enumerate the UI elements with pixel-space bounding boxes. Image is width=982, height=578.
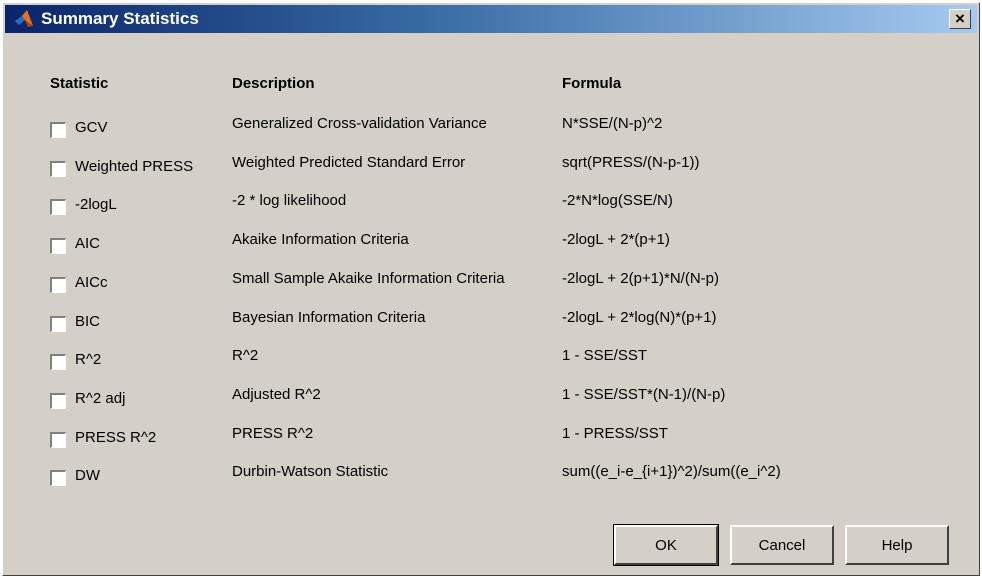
- statistic-formula: sum((e_i-e_{i+1})^2)/sum((e_i^2): [562, 463, 781, 481]
- statistic-description: Durbin-Watson Statistic: [232, 463, 389, 481]
- header-formula: Formula: [562, 75, 622, 92]
- help-button[interactable]: Help: [845, 525, 949, 565]
- header-description: Description: [232, 75, 315, 92]
- statistic-formula: sqrt(PRESS/(N-p-1)): [562, 153, 700, 171]
- statistic-label[interactable]: BIC: [75, 313, 100, 330]
- statistic-formula: N*SSE/(N-p)^2: [562, 115, 663, 132]
- statistic-checkbox[interactable]: [50, 160, 66, 177]
- close-icon: ×: [955, 9, 965, 28]
- statistic-description: Adjusted R^2: [232, 385, 321, 403]
- statistic-label[interactable]: DW: [75, 467, 100, 484]
- statistic-description: Small Sample Akaike Information Criteria: [232, 269, 505, 287]
- statistic-formula: 1 - PRESS/SST: [562, 424, 668, 442]
- dialog-title: Summary Statistics: [41, 9, 199, 28]
- statistic-label[interactable]: GCV: [75, 119, 108, 136]
- close-button[interactable]: ×: [949, 9, 971, 29]
- ok-button[interactable]: OK: [613, 524, 719, 566]
- statistic-description: Weighted Predicted Standard Error: [232, 153, 466, 171]
- matlab-logo-icon: [15, 10, 33, 27]
- statistic-formula: -2logL + 2*(p+1): [562, 231, 670, 249]
- statistic-checkbox[interactable]: [50, 431, 66, 448]
- statistic-formula: 1 - SSE/SST*(N-1)/(N-p): [562, 385, 726, 403]
- statistic-checkbox[interactable]: [50, 122, 66, 138]
- statistic-description: -2 * log likelihood: [232, 192, 347, 210]
- cancel-button[interactable]: Cancel: [730, 525, 834, 565]
- statistic-description: Bayesian Information Criteria: [232, 308, 426, 326]
- statistic-description: R^2: [232, 347, 259, 365]
- summary-statistics-dialog: Summary Statistics × Statistic Descripti…: [2, 2, 980, 576]
- statistic-checkbox[interactable]: [50, 315, 66, 332]
- statistic-label[interactable]: -2logL: [75, 196, 117, 213]
- statistic-label[interactable]: PRESS R^2: [75, 429, 156, 446]
- statistic-checkbox[interactable]: [50, 392, 66, 409]
- statistic-formula: -2logL + 2*log(N)*(p+1): [562, 308, 717, 326]
- statistic-checkbox[interactable]: [50, 354, 66, 371]
- statistic-checkbox[interactable]: [50, 199, 66, 216]
- title-bar[interactable]: Summary Statistics ×: [5, 5, 977, 33]
- statistic-label[interactable]: R^2 adj: [75, 390, 125, 407]
- statistic-checkbox[interactable]: [50, 276, 66, 293]
- statistic-label[interactable]: R^2: [75, 351, 101, 368]
- statistic-description: PRESS R^2: [232, 424, 314, 442]
- statistic-description: Generalized Cross-validation Variance: [232, 115, 487, 132]
- statistic-checkbox[interactable]: [50, 470, 66, 487]
- statistic-label[interactable]: Weighted PRESS: [75, 158, 193, 175]
- statistic-formula: -2logL + 2(p+1)*N/(N-p): [562, 269, 720, 287]
- statistic-formula: -2*N*log(SSE/N): [562, 192, 673, 210]
- header-statistic: Statistic: [50, 75, 109, 92]
- statistic-description: Akaike Information Criteria: [232, 231, 409, 249]
- statistic-checkbox[interactable]: [50, 238, 66, 255]
- statistic-label[interactable]: AIC: [75, 235, 100, 252]
- statistic-formula: 1 - SSE/SST: [562, 347, 648, 365]
- statistic-label[interactable]: AICc: [75, 274, 108, 291]
